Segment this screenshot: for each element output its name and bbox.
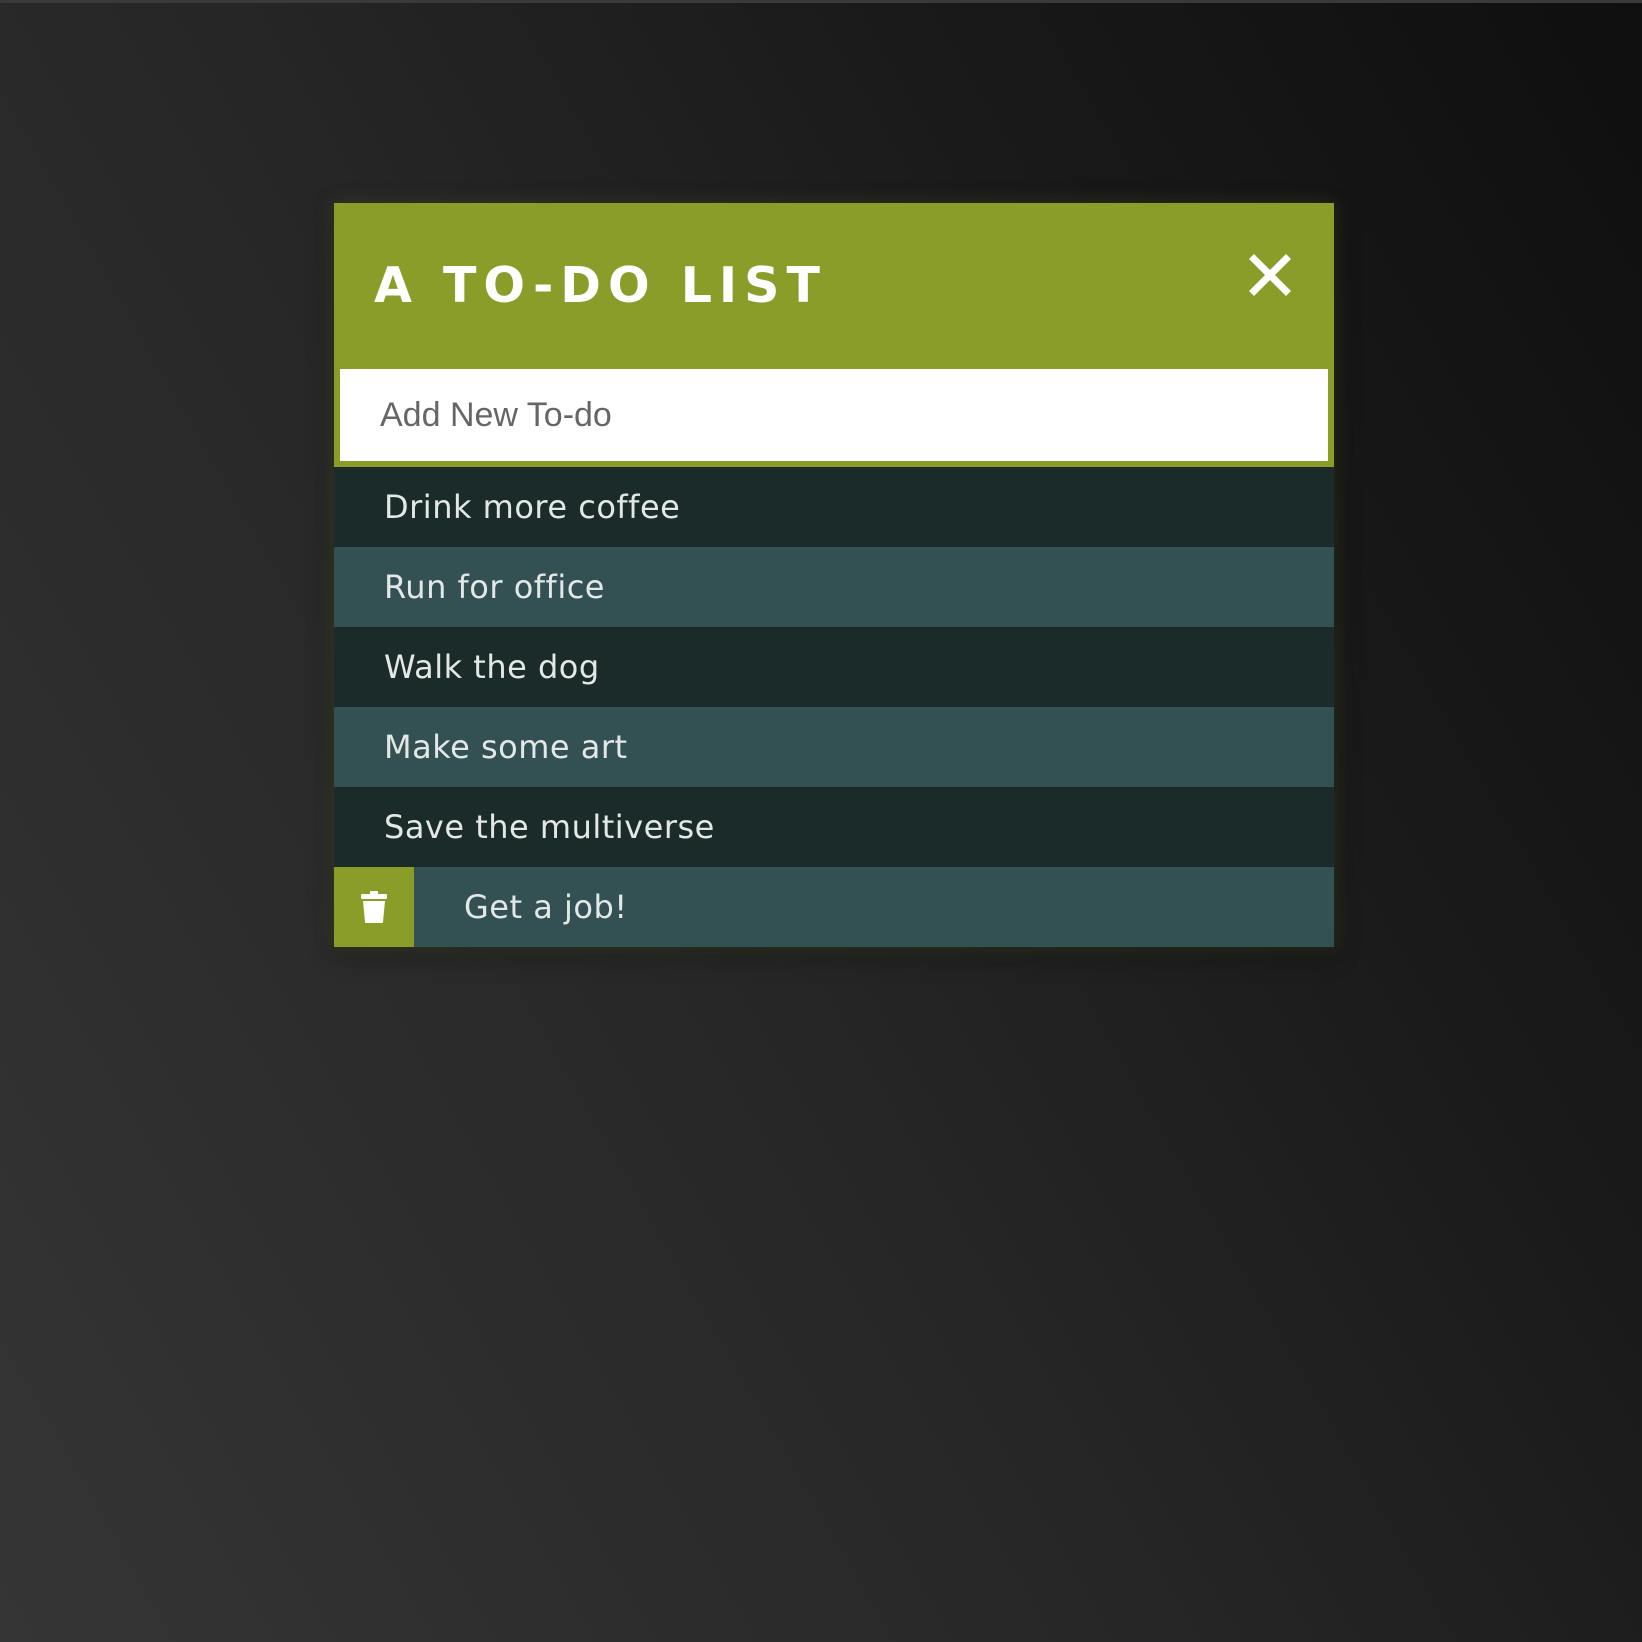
todo-text: Save the multiverse [384,808,715,846]
new-todo-container [334,369,1334,467]
todo-card: A TO-DO LIST Drink more coffee Run for o… [334,203,1334,947]
list-item[interactable]: Drink more coffee [334,467,1334,547]
list-item[interactable]: Make some art [334,707,1334,787]
page-title: A TO-DO LIST [374,257,827,314]
todo-list: Drink more coffee Run for office Walk th… [334,467,1334,947]
todo-text: Drink more coffee [384,488,681,526]
todo-header: A TO-DO LIST [334,203,1334,369]
close-button[interactable] [1248,253,1292,297]
delete-todo-button[interactable] [334,867,414,947]
todo-text: Walk the dog [384,648,600,686]
list-item[interactable]: Run for office [334,547,1334,627]
trash-icon [361,891,387,923]
todo-text: Run for office [384,568,605,606]
window-top-edge [0,0,1642,3]
list-item[interactable]: Save the multiverse [334,787,1334,867]
list-item[interactable]: Get a job! [334,867,1334,947]
todo-text: Get a job! [464,888,628,926]
new-todo-input[interactable] [340,369,1328,461]
todo-text: Make some art [384,728,628,766]
list-item[interactable]: Walk the dog [334,627,1334,707]
close-icon [1249,254,1291,296]
